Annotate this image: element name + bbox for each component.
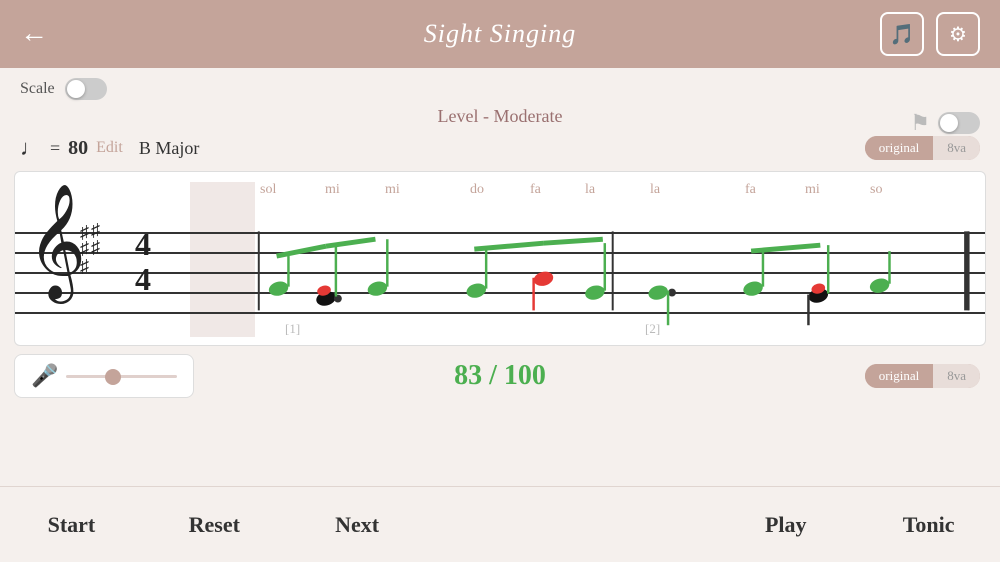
bottom-octave-option[interactable]: 8va (933, 364, 980, 388)
scale-row: Scale (0, 68, 1000, 104)
slider-thumb[interactable] (105, 369, 121, 385)
gear-icon: ⚙ (949, 22, 967, 47)
spacer (429, 507, 715, 543)
music-icon-button[interactable]: 🎵 (880, 12, 924, 56)
tempo-equals: = (50, 138, 60, 159)
volume-slider[interactable] (66, 375, 177, 378)
original-8va-toggle[interactable]: original 8va (865, 136, 980, 160)
tonic-button[interactable]: Tonic (857, 494, 1000, 556)
music-notation-svg (15, 172, 985, 345)
tempo-value: 80 (68, 137, 88, 160)
music-staff: sol mi mi do fa la la fa mi so 𝄞 ♯ ♯ ♯ ♯… (14, 171, 986, 346)
start-button[interactable]: Start (0, 494, 143, 556)
voice-control: 🎤 (14, 354, 194, 398)
microphone-icon[interactable]: 🎤 (31, 363, 58, 389)
music-icon: 🎵 (890, 22, 915, 47)
reset-button[interactable]: Reset (143, 494, 286, 556)
app-header: ← Sight Singing 🎵 ⚙ (0, 0, 1000, 68)
scale-label: Scale (20, 80, 55, 98)
flag-toggle-knob (940, 114, 958, 132)
play-button[interactable]: Play (714, 494, 857, 556)
tempo-edit-button[interactable]: Edit (96, 139, 123, 157)
octave-option[interactable]: 8va (933, 136, 980, 160)
key-signature-label: B Major (139, 138, 200, 159)
scale-toggle[interactable] (65, 78, 107, 100)
app-title: Sight Singing (424, 19, 576, 49)
tempo-note-symbol: ♩ (20, 135, 42, 161)
score-display: 83 / 100 (454, 360, 546, 392)
toggle-knob (67, 80, 85, 98)
bottom-original-8va-toggle[interactable]: original 8va (865, 364, 980, 388)
score-row: 🎤 83 / 100 original 8va (0, 352, 1000, 400)
back-button[interactable]: ← (20, 18, 48, 50)
original-option[interactable]: original (865, 136, 933, 160)
tempo-row: ♩ = 80 Edit B Major original 8va (0, 131, 1000, 165)
next-button[interactable]: Next (286, 494, 429, 556)
header-icons: 🎵 ⚙ (880, 12, 980, 56)
bottom-navigation: Start Reset Next Play Tonic (0, 486, 1000, 562)
level-display: Level - Moderate (0, 104, 1000, 131)
bottom-original-option[interactable]: original (865, 364, 933, 388)
settings-icon-button[interactable]: ⚙ (936, 12, 980, 56)
